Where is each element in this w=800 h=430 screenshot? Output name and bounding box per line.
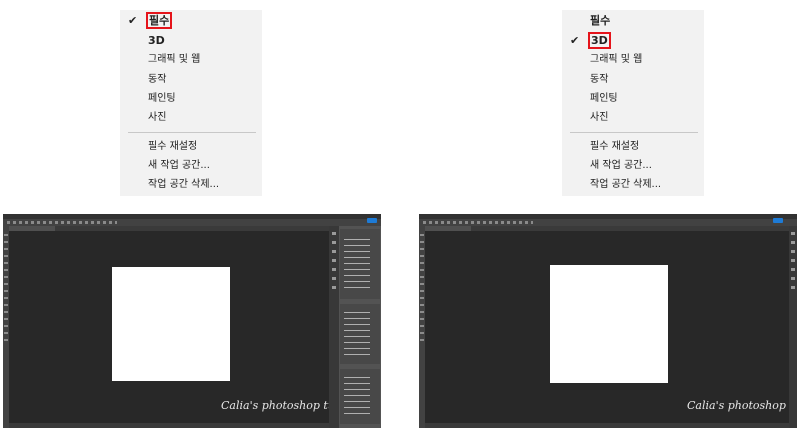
menu-item-new-workspace[interactable]: 새 작업 공간... xyxy=(148,158,210,174)
options-bar xyxy=(3,219,381,226)
photoshop-window-essentials: Calia's photoshop tutorial xyxy=(3,214,381,428)
menu-item-3d[interactable]: 3D xyxy=(148,33,165,49)
menu-item-painting[interactable]: 페인팅 xyxy=(148,91,176,107)
menu-item-motion[interactable]: 동작 xyxy=(148,72,166,88)
panel-icons xyxy=(791,232,795,292)
menu-item-graphics-web[interactable]: 그래픽 및 웹 xyxy=(148,52,200,68)
options-bar xyxy=(419,219,797,226)
layers-panel xyxy=(340,369,380,424)
collapsed-panel-strip xyxy=(789,226,797,428)
collapsed-panel-strip xyxy=(329,226,339,428)
menu-separator xyxy=(570,132,698,133)
panels-dock xyxy=(339,226,381,428)
menu-item-motion[interactable]: 동작 xyxy=(590,72,608,88)
photoshop-window-3d: Calia's photoshop tutorial xyxy=(419,214,797,428)
menu-item-delete-workspace[interactable]: 작업 공간 삭제... xyxy=(590,177,661,193)
properties-panel xyxy=(340,304,380,364)
menu-separator xyxy=(128,132,256,133)
menu-item-new-workspace[interactable]: 새 작업 공간... xyxy=(590,158,652,174)
panel-rows xyxy=(344,377,370,415)
highlight-box: 필수 xyxy=(145,12,173,29)
options-bar-controls xyxy=(423,221,533,224)
options-bar-controls xyxy=(7,221,117,224)
menu-item-graphics-web[interactable]: 그래픽 및 웹 xyxy=(590,52,642,68)
menu-item-delete-workspace[interactable]: 작업 공간 삭제... xyxy=(148,177,219,193)
menu-item-3d[interactable]: 3D xyxy=(588,32,611,49)
document-canvas[interactable] xyxy=(550,265,668,383)
workspace-menu-3d: 필수 ✔ 3D 그래픽 및 웹 동작 페인팅 사진 필수 재설정 새 작업 공간… xyxy=(562,10,704,196)
tool-icons xyxy=(4,234,8,344)
menu-item-photography[interactable]: 사진 xyxy=(148,110,166,126)
checkmark-icon: ✔ xyxy=(570,34,580,47)
color-swatches-panel xyxy=(340,229,380,299)
workspace-menu-essentials: ✔ 필수 3D 그래픽 및 웹 동작 페인팅 사진 필수 재설정 새 작업 공간… xyxy=(120,10,262,196)
menu-item-essentials[interactable]: 필수 xyxy=(145,12,173,29)
status-bar xyxy=(425,423,789,428)
panel-rows xyxy=(344,239,370,289)
menu-item-reset-essentials[interactable]: 필수 재설정 xyxy=(590,139,639,155)
share-button[interactable] xyxy=(773,218,783,223)
menu-item-reset-essentials[interactable]: 필수 재설정 xyxy=(148,139,197,155)
canvas-area[interactable]: Calia's photoshop tutorial xyxy=(9,231,365,423)
menu-item-photography[interactable]: 사진 xyxy=(590,110,608,126)
status-bar xyxy=(9,423,329,428)
watermark-text: Calia's photoshop tutorial xyxy=(687,399,797,412)
menu-item-essentials[interactable]: 필수 xyxy=(590,13,610,29)
menu-item-painting[interactable]: 페인팅 xyxy=(590,91,618,107)
document-canvas[interactable] xyxy=(112,267,230,381)
panel-rows xyxy=(344,312,370,356)
share-button[interactable] xyxy=(367,218,377,223)
tool-icons xyxy=(420,234,424,344)
highlight-box: 3D xyxy=(588,32,611,49)
checkmark-icon: ✔ xyxy=(128,14,138,27)
canvas-area[interactable]: Calia's photoshop tutorial xyxy=(425,231,797,423)
panel-icons xyxy=(332,232,336,292)
